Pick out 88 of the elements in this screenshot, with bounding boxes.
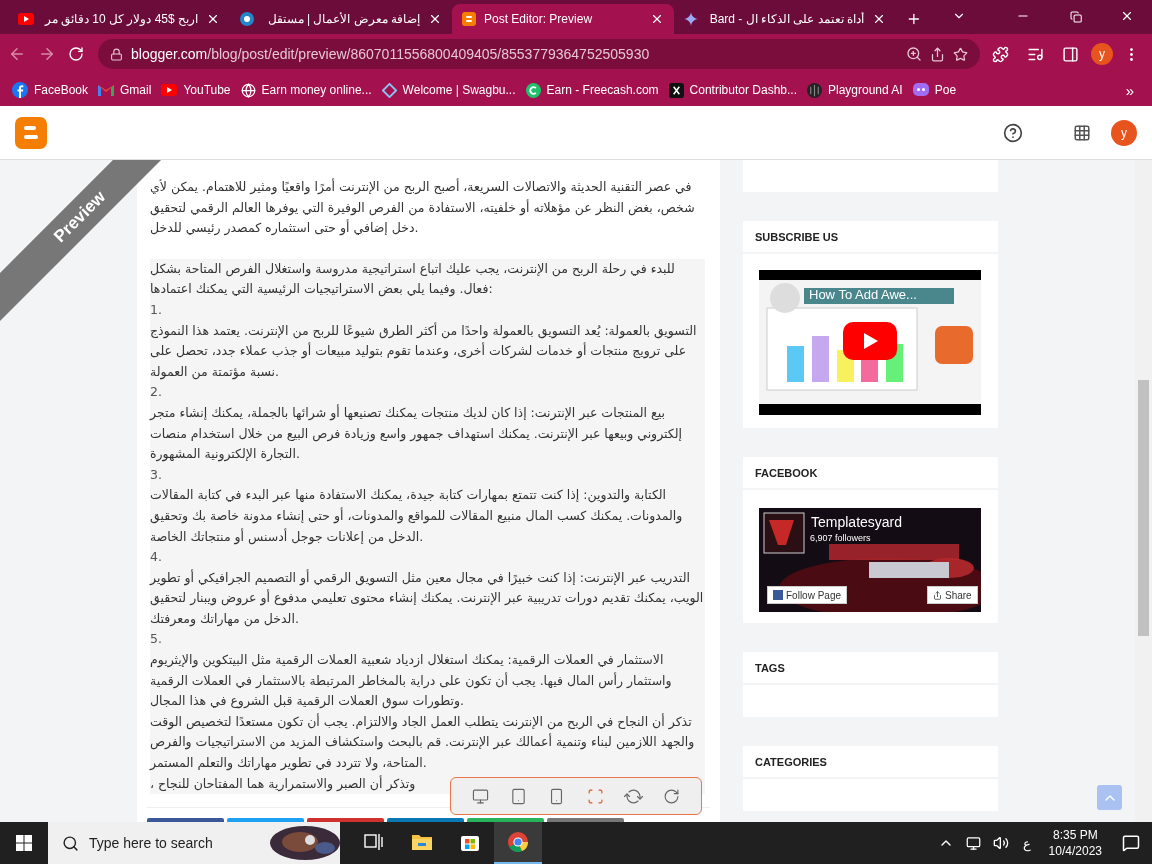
diamond-icon bbox=[381, 82, 397, 98]
list-item-text: الكتابة والتدوين: إذا كنت تتمتع بمهارات كتابة جيدة، يمكنك الاستفادة منها عبر البدء في كتابة المقالات والمدونات. يمكنك كسب المال منبيع المقالات للمواقع والمدونات، أو حتى إنشاء مدونة خاصة بك وتحقيق الدخل من إعلانات جوجل أدسنس أو منتجاتك الخاصة. bbox=[150, 486, 684, 547]
widget-title: CATEGORIES bbox=[743, 746, 998, 777]
sparkle-icon bbox=[684, 12, 698, 26]
side-panel-icon[interactable] bbox=[1062, 45, 1079, 63]
close-icon[interactable] bbox=[650, 12, 664, 26]
extensions-icon[interactable] bbox=[992, 45, 1009, 63]
dark-circle-icon bbox=[807, 82, 822, 98]
bookmark-link[interactable]: Contributor Dashb... bbox=[668, 82, 797, 98]
list-number: 5. bbox=[150, 630, 163, 649]
address-bar[interactable]: blogger.com/blog/post/edit/preview/8607011556800409405/8553779364752505930 bbox=[98, 39, 980, 69]
play-button-icon[interactable] bbox=[843, 322, 897, 360]
bookmark-star-icon[interactable] bbox=[953, 46, 968, 62]
share-button[interactable]: Share bbox=[927, 586, 978, 604]
network-icon[interactable] bbox=[965, 835, 981, 851]
list-number: 1. bbox=[150, 300, 163, 319]
browser-tab[interactable]: اربح $45 دولار كل 10 دقائق مر bbox=[8, 4, 230, 34]
bookmark-link[interactable]: FaceBook bbox=[12, 82, 89, 98]
notifications-icon[interactable] bbox=[1122, 834, 1140, 852]
facebook-logo-icon bbox=[12, 82, 28, 98]
widget-title: FACEBOOK bbox=[743, 457, 998, 488]
account-avatar[interactable]: y bbox=[1111, 119, 1137, 146]
list-item-text: التدريب عبر الإنترنت: إذا كنت خبيرًا في مجال معين مثل التسويق الرقمي أو التصميم الجرافيكي أو تطوير الويب، يمكنك تقديم دورات تدريبية عبر الإنترنت. يمكنك إنشاء محتوى تعليمي مدفوع أو عروض ويبنار لتحقيق الدخل من مهاراتك ومعرفتك. bbox=[150, 568, 705, 629]
list-item-text: الاستثمار في العملات الرقمية: يمكنك استغلال ازدياد شعبية العملات الرقمية مثل البيتكوين والإيثريوم واستثمار رأس المال فيها. يجب أن تكون على دراية بالمخاطر المرتبطة بالاستثمار في العملات الرقمية وتطورات سوق العملات الرقمية قبل الشروع في هذا المجال. bbox=[150, 651, 673, 711]
bookmark-link[interactable]: YouTube bbox=[161, 83, 231, 97]
task-view-icon bbox=[364, 833, 384, 851]
input-language-indicator[interactable]: ع bbox=[1022, 835, 1031, 851]
lock-icon bbox=[110, 47, 123, 61]
share-icon[interactable] bbox=[930, 46, 945, 62]
forward-icon[interactable] bbox=[38, 45, 56, 63]
taskbar-search-field[interactable]: Type here to search bbox=[48, 822, 340, 864]
browser-tab[interactable]: إضافة معرض الأعمال | مستقل bbox=[230, 4, 452, 34]
windows-start-icon[interactable] bbox=[16, 835, 32, 851]
folder-icon bbox=[411, 833, 433, 851]
list-number: 3. bbox=[150, 465, 163, 484]
browser-tab[interactable]: Post Editor: Preview bbox=[452, 4, 674, 34]
follow-page-button[interactable]: Follow Page bbox=[767, 586, 848, 604]
globe-icon bbox=[240, 82, 256, 98]
bookmark-link[interactable]: Playground AI bbox=[807, 82, 903, 98]
bookmark-link[interactable]: Poe bbox=[912, 82, 957, 98]
widget-title: SUBSCRIBE US bbox=[743, 221, 998, 252]
close-icon[interactable] bbox=[872, 12, 886, 26]
c-logo-icon bbox=[525, 82, 541, 98]
list-item-text: التسويق بالعمولة: يُعد التسويق بالعمولة واحدًا من أكثر الطرق شيوعًا للربح من الإنترنت. يعتمد هذا النموذج على ترويج منتجات أو خدمات لشركات أخرى، وعندما تقوم بتوليد مبيعات أو جذب عملاء جدد، تحصل على نسبة مؤتمتة من العمولة. bbox=[150, 321, 698, 382]
bookmark-link[interactable]: Gmail bbox=[98, 83, 152, 97]
browser-button[interactable] bbox=[494, 822, 542, 864]
dark-square-icon bbox=[668, 82, 684, 98]
ring-logo-icon bbox=[240, 12, 254, 26]
reload-icon[interactable] bbox=[68, 46, 84, 62]
article-paragraph: للبدء في رحلة الربح من الإنترنت، يجب عليك اتباع استراتيجية مدروسة واستغلال الفرص المتاحة بشكل فعال. وفيما يلي بعض الاستراتيجيات الرئيسية التي يمكنك اعتمادها: bbox=[150, 259, 676, 299]
bookmark-link[interactable]: Welcome | Swagbu... bbox=[381, 82, 516, 98]
profile-avatar[interactable]: y bbox=[1091, 43, 1113, 65]
follower-count: 6,907 followers bbox=[810, 533, 871, 543]
article-text-line: ، وتذكر أن الصبر والاستمرارية هما المفتاحان للنجاح bbox=[150, 774, 417, 794]
widget-title: TAGS bbox=[743, 652, 998, 683]
restore-icon[interactable] bbox=[1069, 10, 1082, 24]
blogger-logo-icon bbox=[462, 12, 476, 26]
close-icon[interactable] bbox=[206, 12, 220, 26]
desktop-view-button[interactable] bbox=[471, 787, 489, 805]
facebook-logo-icon bbox=[773, 590, 783, 600]
play-logo-icon bbox=[18, 13, 34, 25]
search-icon bbox=[62, 834, 79, 852]
mail-logo-icon bbox=[98, 84, 115, 96]
page-name[interactable]: Templatesyard bbox=[811, 514, 903, 530]
apps-icon[interactable] bbox=[1073, 123, 1091, 142]
volume-icon[interactable] bbox=[992, 835, 1009, 851]
tablet-view-button[interactable] bbox=[510, 787, 527, 805]
zoom-icon[interactable] bbox=[906, 46, 922, 62]
list-number: 2. bbox=[150, 383, 163, 402]
article-paragraph: تذكر أن النجاح في الربح من الإنترنت يتطلب العمل الجاد والالتزام. يجب أن تكون مستعدًا لتخصيص الوقت والجهد اللازمين لبناء وتنمية أعمالك عبر الإنترنت. قم بالبحث واستكشاف المزيد من الاستراتيجيات والفرص المتاحة، ولا تتردد في تطوير مهاراتك والتعلم المستمر. bbox=[150, 712, 696, 773]
close-icon[interactable] bbox=[428, 12, 442, 26]
play-logo-icon bbox=[161, 84, 178, 96]
clock[interactable]: 8:35 PM 10/4/2023 bbox=[1038, 827, 1112, 859]
chat-bot-icon bbox=[912, 82, 929, 98]
page-scrollbar[interactable] bbox=[1135, 160, 1152, 822]
chrome-logo-icon bbox=[507, 831, 529, 853]
blogger-logo-icon[interactable] bbox=[15, 116, 47, 149]
share-icon bbox=[933, 590, 942, 600]
more-bookmarks-button[interactable]: » bbox=[1125, 81, 1134, 99]
list-number: 4. bbox=[150, 548, 163, 567]
article-paragraph: في عصر التقنية الحديثة والاتصالات السريعة، أصبح الربح من الإنترنت أمرًا واقعيًا ومثير للاهتمام. يمكن لأي شخص، بغض النظر عن مؤهلاته أو خلفيته، الاستفادة من الفرص الوفيرة التي يوفرها العالم الرقمي لتحقيق دخل إضافي أو حتى استثماره كمصدر رئيسي للدخل. bbox=[150, 177, 696, 238]
back-icon[interactable] bbox=[8, 45, 26, 63]
bookmark-link[interactable]: Earn - Freecash.com bbox=[525, 82, 659, 98]
rotate-button[interactable] bbox=[624, 787, 642, 805]
bookmark-link[interactable]: Earn money online... bbox=[240, 82, 372, 98]
refresh-button[interactable] bbox=[663, 787, 681, 805]
help-icon[interactable] bbox=[1003, 122, 1023, 143]
list-item-text: بيع المنتجات عبر الإنترنت: إذا كان لديك منتجات يمكنك تصنيعها أو شرائها بالجملة، يمكنك إنشاء متجر إلكتروني وبيعها عبر الإنترنت. يمكنك استهداف جمهور واسع وزيادة فرص البيع من خلال استخدام منصات التجارة الإلكترونية المشهورة. bbox=[150, 403, 683, 464]
